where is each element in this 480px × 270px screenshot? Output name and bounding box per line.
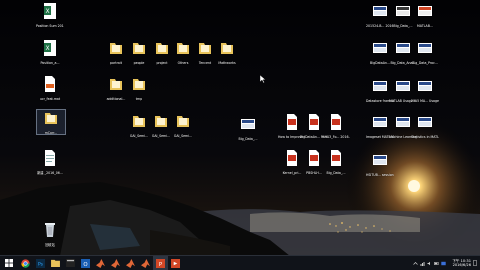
- network-icon[interactable]: [420, 261, 425, 266]
- desktop-screen: X Position Sum 201... X Position_a... uc…: [0, 0, 480, 270]
- powerpoint-taskbar-button[interactable]: P: [153, 256, 168, 270]
- windows-logo-icon: [5, 259, 13, 267]
- terminal-icon: [66, 259, 75, 267]
- matlab-icon: [111, 258, 120, 268]
- chrome-taskbar-button[interactable]: [18, 256, 33, 270]
- terminal-taskbar-button[interactable]: [63, 256, 78, 270]
- matlab-taskbar-button[interactable]: [123, 256, 138, 270]
- excel-file-icon[interactable]: X Position_a...: [36, 40, 64, 65]
- photoshop-icon: Ps: [36, 258, 45, 268]
- notifications-icon[interactable]: [473, 260, 477, 266]
- svg-text:X: X: [45, 45, 49, 52]
- photoshop-taskbar-button[interactable]: Ps: [33, 256, 48, 270]
- powerpoint-icon: [171, 258, 180, 268]
- volume-icon[interactable]: [427, 261, 432, 266]
- presentation-thumbnail-icon[interactable]: HSITUB... session...: [366, 152, 394, 177]
- presentation-thumbnail-icon[interactable]: Statistics in MATLAB...: [411, 114, 439, 139]
- svg-text:O: O: [83, 261, 87, 267]
- pdf-file-icon[interactable]: Big_Data_...: [322, 150, 350, 175]
- clock[interactable]: 下午 10:31 2016/6/26: [452, 259, 471, 267]
- presentation-thumbnail-icon[interactable]: Big_Data_...: [234, 116, 262, 141]
- svg-text:Ps: Ps: [38, 261, 44, 267]
- svg-text:X: X: [45, 8, 49, 15]
- word-doc-icon[interactable]: 新建 _2016_06...: [36, 150, 64, 175]
- presentation-thumbnail-icon[interactable]: Big_Data_Proc...: [411, 40, 439, 65]
- folder-icon[interactable]: mCorr...: [36, 109, 66, 135]
- mouse-cursor-icon: [260, 75, 266, 83]
- matlab-icon: [96, 258, 105, 268]
- pdf-file-icon[interactable]: 9.913_Fo... 2016...: [322, 114, 350, 139]
- presentation-thumbnail-icon[interactable]: MATLAB...: [411, 3, 439, 28]
- recycle-bin-icon[interactable]: 回收站: [36, 222, 64, 247]
- folder-icon[interactable]: tmp: [125, 76, 153, 101]
- system-tray: 下午 10:31 2016/6/26: [413, 256, 480, 270]
- show-hidden-icons-icon[interactable]: [413, 261, 419, 266]
- input-method-icon[interactable]: [441, 261, 447, 266]
- clock-date: 2016/6/26: [452, 263, 471, 267]
- folder-icon[interactable]: GAI_Semi...: [169, 113, 197, 138]
- taskbar: Ps O P 下午 10:31 2016/6/26: [0, 255, 480, 270]
- excel-file-icon[interactable]: X Position Sum 201...: [36, 3, 64, 28]
- matlab-icon: [126, 258, 135, 268]
- chrome-icon: [21, 258, 30, 268]
- powerpoint-taskbar-button[interactable]: [168, 256, 183, 270]
- folder-icon[interactable]: Mathworks: [213, 40, 241, 65]
- matlab-taskbar-button[interactable]: [108, 256, 123, 270]
- matlab-icon: [141, 258, 150, 268]
- battery-icon[interactable]: [434, 261, 439, 266]
- matlab-taskbar-button[interactable]: [138, 256, 153, 270]
- mat-file-icon[interactable]: ucr_feat.mat: [36, 76, 64, 101]
- outlook-icon: O: [81, 258, 90, 268]
- presentation-thumbnail-icon[interactable]: 2015 MA... Usage...: [411, 78, 439, 103]
- start-button[interactable]: [0, 256, 18, 270]
- matlab-taskbar-button[interactable]: [93, 256, 108, 270]
- file-explorer-taskbar-button[interactable]: [48, 256, 63, 270]
- powerpoint-icon: P: [156, 258, 165, 268]
- file-explorer-icon: [51, 259, 60, 267]
- outlook-taskbar-button[interactable]: O: [78, 256, 93, 270]
